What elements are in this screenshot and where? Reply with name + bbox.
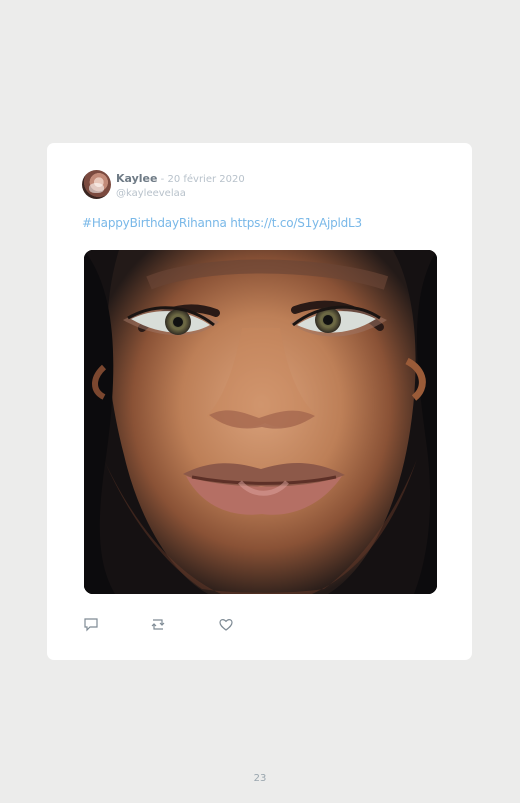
retweet-button[interactable] xyxy=(149,615,167,633)
tweet-date[interactable]: 20 février 2020 xyxy=(167,174,244,185)
heart-icon xyxy=(219,618,233,631)
page-number: 23 xyxy=(253,773,267,784)
avatar[interactable] xyxy=(82,170,111,199)
portrait-image xyxy=(84,250,437,594)
like-button[interactable] xyxy=(217,615,235,633)
hashtag-link[interactable]: #HappyBirthdayRihanna xyxy=(82,216,227,230)
author-name[interactable]: Kaylee xyxy=(116,172,157,185)
url-link[interactable]: https://t.co/S1yAjpldL3 xyxy=(230,216,362,230)
reply-icon xyxy=(84,617,98,631)
tweet-header: Kaylee - 20 février 2020 @kayleevelaa xyxy=(116,171,416,200)
retweet-icon xyxy=(151,618,165,630)
tweet-actions xyxy=(82,615,242,635)
reply-button[interactable] xyxy=(82,615,100,633)
header-separator: - xyxy=(157,174,168,185)
tweet-card: Kaylee - 20 février 2020 @kayleevelaa #H… xyxy=(47,143,472,660)
tweet-image[interactable] xyxy=(84,250,437,594)
tweet-text: #HappyBirthdayRihanna https://t.co/S1yAj… xyxy=(82,216,362,230)
author-handle[interactable]: @kayleevelaa xyxy=(116,188,416,200)
